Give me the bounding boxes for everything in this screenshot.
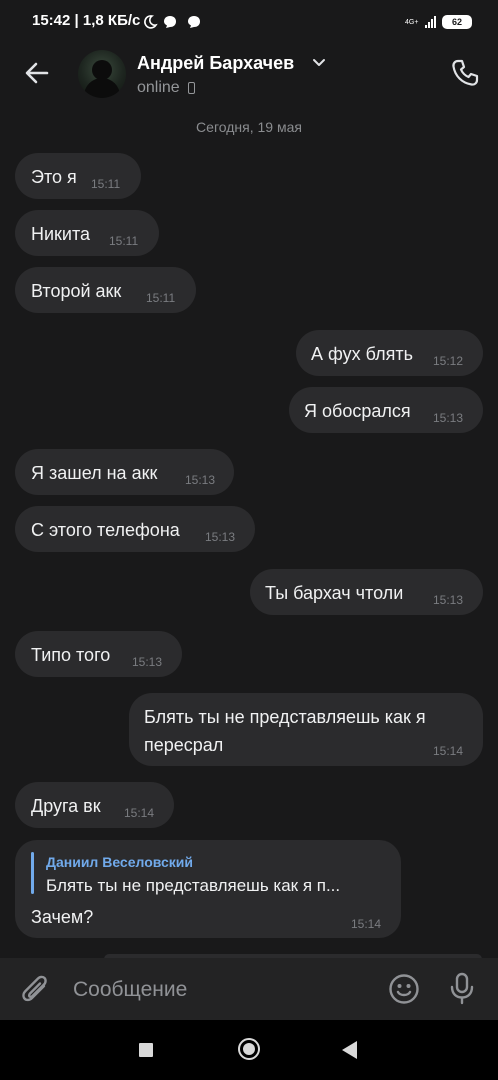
- contact-name[interactable]: Андрей Бархачев: [137, 53, 294, 74]
- message-bubble-outgoing[interactable]: А фух блять 15:12: [296, 330, 483, 376]
- message-text-line-1: Блять ты не представляешь как я: [144, 707, 426, 727]
- message-time: 15:11: [146, 291, 176, 305]
- message-bubble[interactable]: Никита 15:11: [15, 210, 159, 256]
- message-text: Зачем?: [31, 907, 94, 927]
- status-text: online: [137, 79, 180, 96]
- status-time-speed: 15:42 | 1,8 КБ/с: [32, 12, 141, 29]
- message-text-line-2: пересрал: [144, 735, 224, 755]
- status-bar: 15:42 | 1,8 КБ/с 4G+ 62: [0, 0, 498, 44]
- chevron-down-icon[interactable]: [312, 58, 326, 68]
- contact-status: online: [137, 79, 195, 97]
- message-time: 15:13: [433, 411, 464, 425]
- message-time: 15:14: [124, 806, 155, 820]
- message-text: С этого телефона: [31, 520, 180, 540]
- phone-icon: [187, 82, 195, 94]
- message-input[interactable]: Сообщение: [73, 978, 187, 1002]
- attach-icon[interactable]: [20, 972, 52, 1008]
- message-text: Это я: [31, 167, 77, 187]
- call-icon[interactable]: [450, 58, 480, 88]
- message-text: Второй акк: [31, 281, 122, 301]
- smile-icon[interactable]: [388, 973, 420, 1005]
- chat-header: Андрей Бархачев online: [0, 44, 498, 108]
- moon-icon: [144, 15, 158, 29]
- message-text: Я обосрался: [304, 401, 411, 421]
- message-bubble[interactable]: Типо того 15:13: [15, 631, 182, 677]
- battery-indicator: 62: [442, 15, 472, 29]
- message-time: 15:12: [433, 354, 464, 368]
- message-time: 15:11: [109, 234, 139, 248]
- message-bubble-outgoing[interactable]: Я обосрался 15:13: [289, 387, 483, 433]
- chat-notification-icon: [164, 16, 176, 28]
- nav-back-icon[interactable]: [342, 1041, 357, 1059]
- message-bubble[interactable]: Это я 15:11: [15, 153, 141, 199]
- message-bubble[interactable]: Друга вк 15:14: [15, 782, 174, 828]
- message-time: 15:11: [91, 177, 121, 191]
- message-text: Никита: [31, 224, 91, 244]
- reply-bar: [31, 852, 34, 894]
- message-bubble[interactable]: Второй акк 15:11: [15, 267, 196, 313]
- message-time: 15:13: [132, 655, 163, 669]
- back-arrow-icon[interactable]: [22, 58, 52, 88]
- home-icon[interactable]: [238, 1038, 260, 1060]
- reply-text[interactable]: Блять ты не представляешь как я п...: [46, 876, 340, 896]
- message-bubble[interactable]: С этого телефона 15:13: [15, 506, 255, 552]
- recents-icon[interactable]: [139, 1043, 153, 1057]
- date-separator: Сегодня, 19 мая: [196, 119, 302, 135]
- reply-author[interactable]: Даниил Веселовский: [46, 854, 193, 870]
- message-time: 15:14: [351, 917, 382, 931]
- message-time: 15:13: [205, 530, 236, 544]
- message-text: Ты бархач чтоли: [265, 583, 404, 603]
- mic-icon[interactable]: [450, 972, 474, 1006]
- signal-icon: [425, 16, 436, 28]
- message-text: А фух блять: [311, 344, 413, 364]
- network-type: 4G+: [405, 18, 419, 26]
- avatar[interactable]: [78, 50, 126, 98]
- message-bubble-outgoing[interactable]: Ты бархач чтоли 15:13: [250, 569, 483, 615]
- chat-notification-icon-2: [188, 16, 200, 28]
- message-bubble-reply[interactable]: Даниил Веселовский Блять ты не представл…: [15, 840, 401, 938]
- message-text: Я зашел на акк: [31, 463, 158, 483]
- message-text: Типо того: [31, 645, 111, 665]
- message-time: 15:14: [433, 744, 464, 758]
- message-time: 15:13: [433, 593, 464, 607]
- message-bubble[interactable]: Я зашел на акк 15:13: [15, 449, 234, 495]
- message-bubble-outgoing[interactable]: Блять ты не представляешь как я пересрал…: [129, 693, 483, 766]
- message-time: 15:13: [185, 473, 216, 487]
- message-text: Друга вк: [31, 796, 101, 816]
